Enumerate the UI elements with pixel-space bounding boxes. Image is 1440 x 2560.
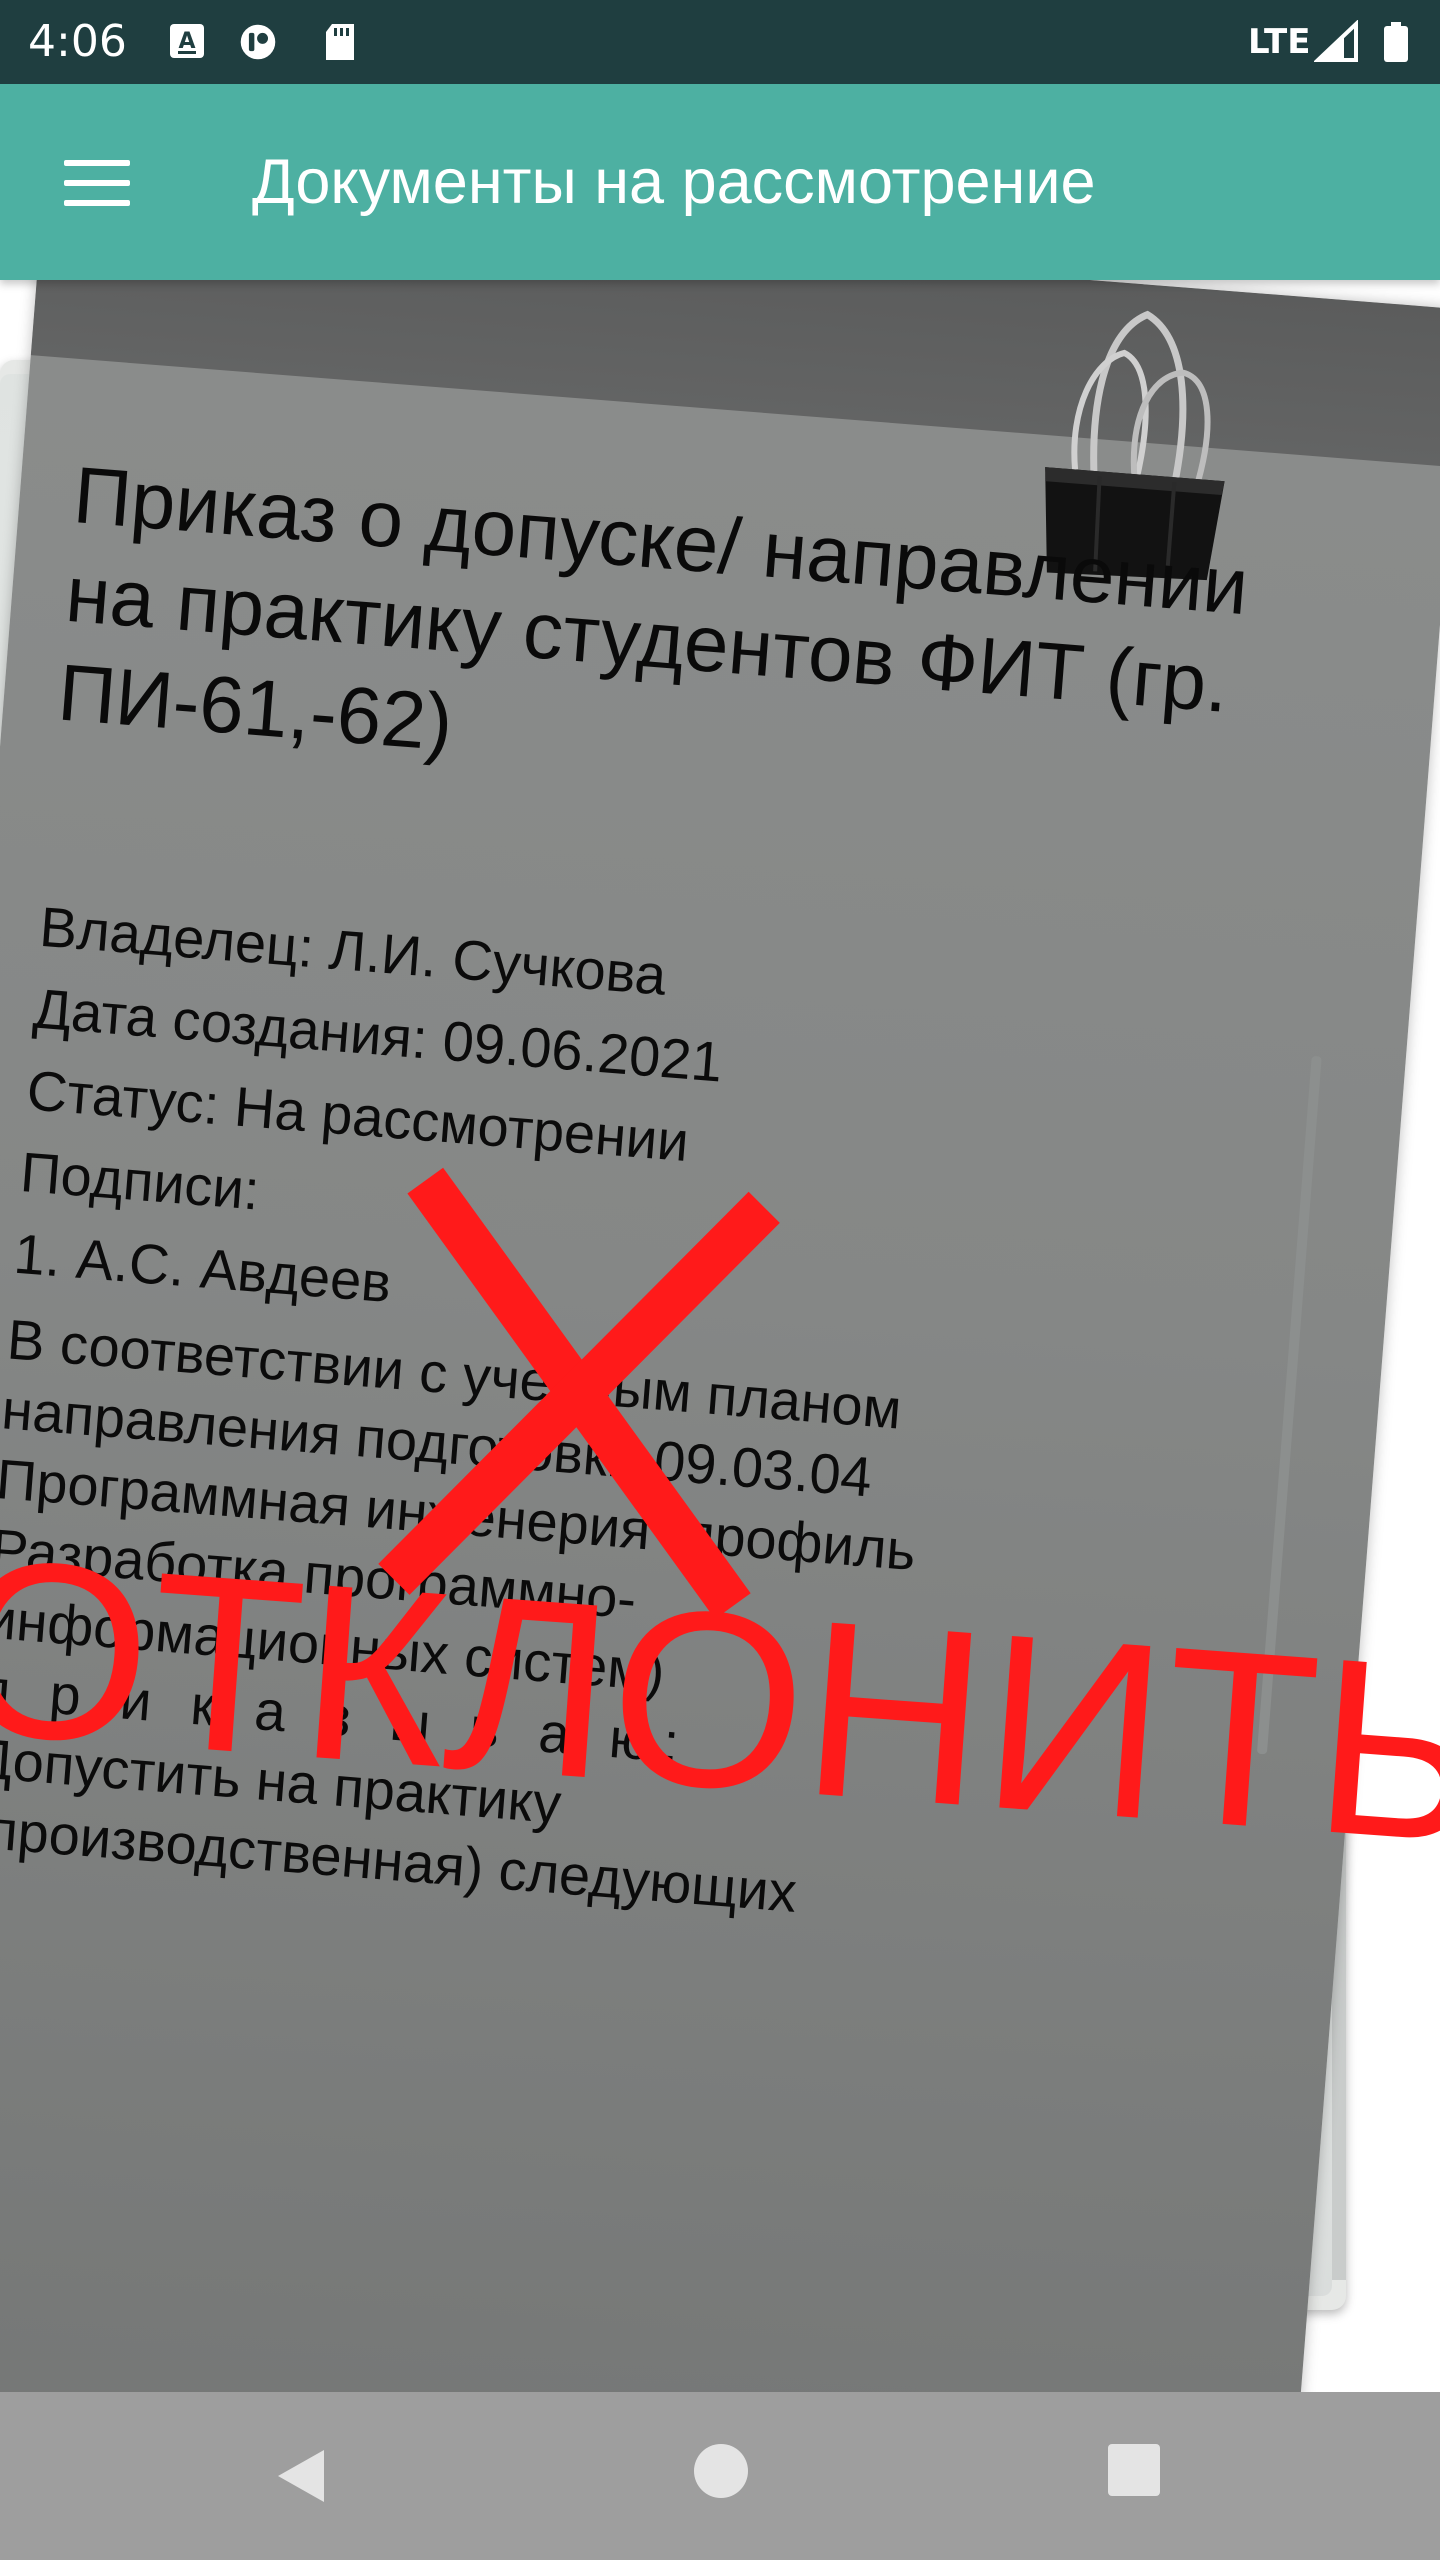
back-triangle-icon[interactable] [270, 2444, 334, 2508]
app-bar: Документы на рассмотрение [0, 84, 1440, 280]
system-nav-bar [0, 2392, 1440, 2560]
status-bar: 4:06 A LTE [0, 0, 1440, 84]
hamburger-menu-icon[interactable] [48, 136, 148, 232]
sd-card-icon [326, 24, 354, 60]
page-title: Документы на рассмотрение [252, 147, 1096, 217]
screen: 4:06 A LTE Документы на рассмотрение При… [0, 0, 1440, 2560]
status-time: 4:06 [28, 16, 127, 67]
app-notification-icon [240, 24, 276, 60]
document-card[interactable]: Приказ о допуске/ направлении на практик… [0, 197, 1440, 2560]
svg-text:A: A [178, 29, 195, 54]
battery-icon [1384, 22, 1408, 62]
recents-square-icon[interactable] [1108, 2444, 1160, 2496]
signal-icon [1314, 20, 1358, 62]
network-type: LTE [1248, 22, 1311, 62]
home-circle-icon[interactable] [694, 2444, 748, 2498]
font-download-icon: A [170, 24, 204, 58]
